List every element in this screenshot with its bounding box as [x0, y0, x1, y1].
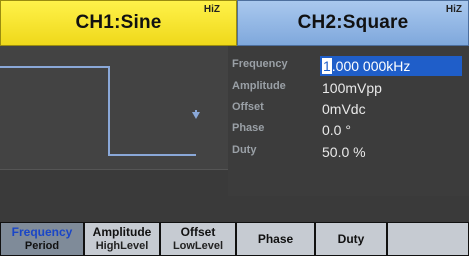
softkey-amplitude-highlevel[interactable]: Amplitude HighLevel	[84, 222, 160, 256]
tab-ch2[interactable]: CH2:Square HiZ	[237, 0, 469, 46]
softkey-bottom-label: HighLevel	[95, 240, 149, 252]
param-row-duty[interactable]: Duty 50.0 %	[228, 142, 469, 162]
param-row-phase[interactable]: Phase 0.0 °	[228, 120, 469, 140]
softkey-phase[interactable]: Phase	[236, 222, 315, 256]
softkey-label: Duty	[337, 232, 365, 246]
param-label: Offset	[232, 101, 264, 113]
tab-ch1[interactable]: CH1:Sine HiZ	[0, 0, 237, 46]
softkey-empty[interactable]	[387, 222, 469, 256]
edit-cursor-digit: 1	[322, 58, 332, 74]
ch1-impedance-badge: HiZ	[203, 4, 220, 15]
ch2-impedance-badge: HiZ	[445, 4, 462, 15]
softkey-top-label: Offset	[180, 225, 216, 239]
phase-value: 0.0 °	[322, 122, 351, 138]
frequency-value-field[interactable]: 1.000 000kHz	[320, 56, 462, 76]
awg-screen: CH1:Sine HiZ CH2:Square HiZ Frequency 1.…	[0, 0, 469, 256]
softkey-frequency-period[interactable]: Frequency Period	[0, 222, 84, 256]
softkey-offset-lowlevel[interactable]: Offset LowLevel	[160, 222, 236, 256]
parameter-panel: Frequency 1.000 000kHz Amplitude 100mVpp…	[228, 46, 469, 196]
offset-value: 0mVdc	[322, 101, 366, 117]
marker-arrow-icon	[192, 112, 200, 119]
amplitude-value: 100mVpp	[322, 80, 382, 96]
softkey-bottom-label: Period	[24, 240, 60, 252]
waveform-preview	[0, 46, 229, 170]
param-label: Phase	[232, 122, 265, 134]
ch1-title: CH1:Sine	[75, 12, 162, 33]
param-label: Duty	[232, 144, 257, 156]
softkey-bar: Frequency Period Amplitude HighLevel Off…	[0, 222, 469, 256]
softkey-label: Phase	[257, 232, 294, 246]
softkey-top-label: Frequency	[11, 225, 73, 239]
softkey-duty[interactable]: Duty	[315, 222, 387, 256]
softkey-top-label: Amplitude	[92, 225, 152, 239]
softkey-bottom-label: LowLevel	[172, 240, 224, 252]
square-waveform-icon	[0, 66, 200, 156]
param-row-offset[interactable]: Offset 0mVdc	[228, 99, 469, 119]
param-label: Amplitude	[232, 80, 286, 92]
ch2-title: CH2:Square	[297, 12, 409, 33]
param-label: Frequency	[232, 58, 288, 70]
param-row-amplitude[interactable]: Amplitude 100mVpp	[228, 78, 469, 98]
frequency-value-rest: .000 000kHz	[331, 58, 411, 74]
duty-value: 50.0 %	[322, 144, 366, 160]
param-row-frequency[interactable]: Frequency 1.000 000kHz	[228, 56, 469, 76]
